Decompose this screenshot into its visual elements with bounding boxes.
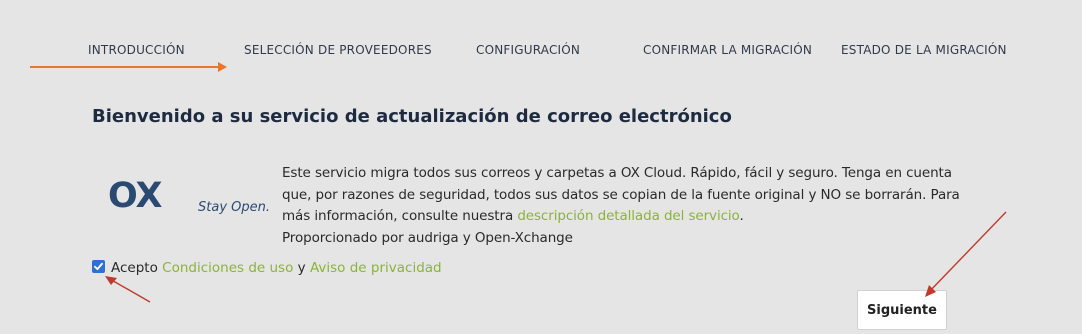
next-button[interactable]: Siguiente xyxy=(857,290,947,330)
terms-of-use-link[interactable]: Condiciones de uso xyxy=(162,260,293,276)
intro-text: Este servicio migra todos sus correos y … xyxy=(282,163,962,249)
logo-wordmark: OX xyxy=(108,178,163,214)
step-introduccion[interactable]: INTRODUCCIÓN xyxy=(88,43,185,57)
checkmark-icon xyxy=(94,262,103,271)
step-estado-de-la-migracion[interactable]: ESTADO DE LA MIGRACIÓN xyxy=(841,43,1007,57)
accept-conjunction: y xyxy=(297,260,306,276)
accept-label: Acepto xyxy=(111,260,158,276)
accept-terms-row: Acepto Condiciones de uso y Aviso de pri… xyxy=(92,260,442,276)
step-seleccion-de-proveedores[interactable]: SELECCIÓN DE PROVEEDORES xyxy=(244,43,432,57)
step-progress-arrowhead xyxy=(218,62,227,72)
page-title: Bienvenido a su servicio de actualizació… xyxy=(92,106,732,127)
service-description-link[interactable]: descripción detallada del servicio xyxy=(517,208,739,224)
step-progress-line xyxy=(30,66,220,68)
wizard-steps: INTRODUCCIÓN SELECCIÓN DE PROVEEDORES CO… xyxy=(0,0,1082,80)
step-configuracion[interactable]: CONFIGURACIÓN xyxy=(476,43,580,57)
intro-paragraph: Este servicio migra todos sus correos y … xyxy=(282,163,962,228)
logo-tagline: Stay Open. xyxy=(198,200,270,214)
accept-terms-checkbox[interactable] xyxy=(92,260,105,273)
step-confirmar-la-migracion[interactable]: CONFIRMAR LA MIGRACIÓN xyxy=(643,43,812,57)
ox-logo: OX Stay Open. xyxy=(108,178,270,214)
provided-by: Proporcionado por audriga y Open-Xchange xyxy=(282,229,573,246)
arrow-to-checkbox-icon xyxy=(105,276,151,303)
intro-period: . xyxy=(739,208,744,224)
privacy-notice-link[interactable]: Aviso de privacidad xyxy=(310,260,442,276)
